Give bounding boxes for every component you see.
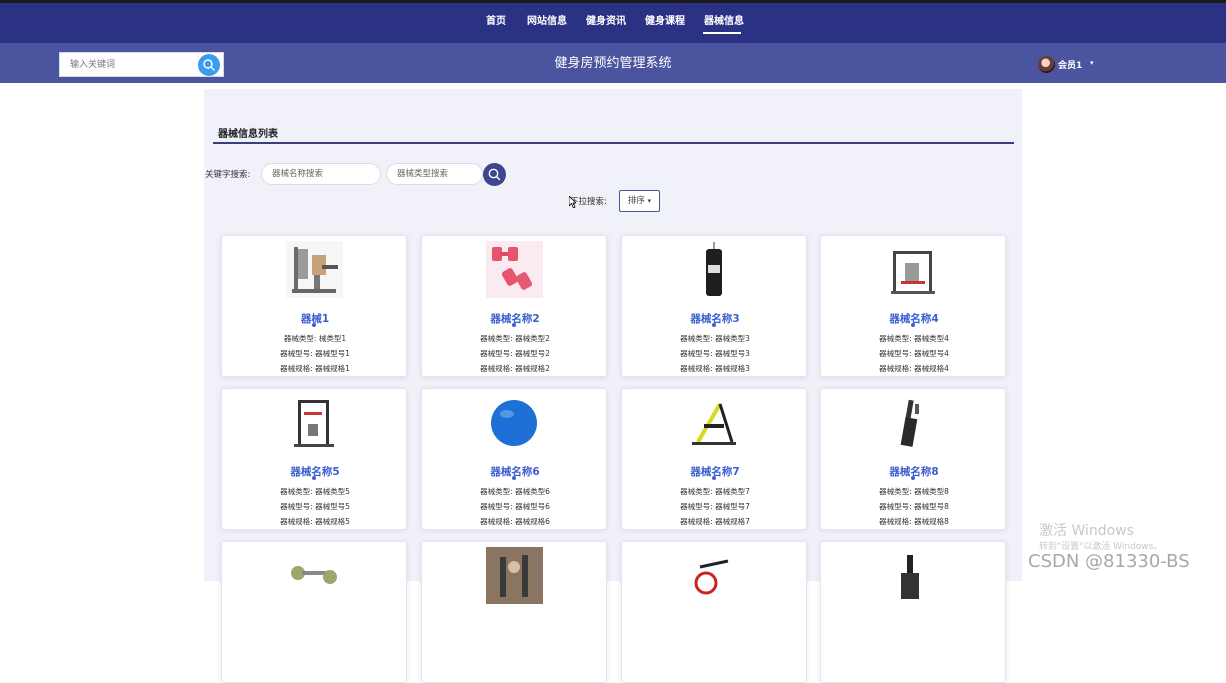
title-dot — [712, 323, 716, 327]
nav-home[interactable]: 首页 — [486, 3, 506, 43]
nav-active-indicator — [703, 32, 741, 34]
card-model: 器械型号: 器械型号7 — [680, 502, 750, 511]
equipment-card[interactable]: 器械名称2 器械类型: 器械类型2 器械型号: 器械型号2 器械规格: 器械规格… — [421, 235, 607, 377]
title-dot — [512, 476, 516, 480]
equipment-card[interactable]: 器械名称8 器械类型: 器械类型8 器械型号: 器械型号8 器械规格: 器械规格… — [820, 388, 1006, 530]
title-dot — [712, 476, 716, 480]
card-type: 器械类型: 器械类型4 — [879, 334, 949, 343]
card-model: 器械型号: 器械型号2 — [480, 349, 550, 358]
keyword-search-label: 关键字搜索: — [205, 170, 251, 180]
title-dot — [312, 323, 316, 327]
nav-fitness-courses[interactable]: 健身课程 — [645, 3, 685, 43]
header-search-button[interactable] — [198, 54, 220, 76]
home-gym-icon — [885, 241, 942, 298]
power-rack-icon — [286, 394, 343, 451]
title-dot — [911, 323, 915, 327]
dumbbell-set-icon — [286, 547, 343, 604]
top-navigation: 首页 网站信息 健身资讯 健身课程 器械信息 — [0, 3, 1226, 43]
card-spec: 器械规格: 器械规格1 — [280, 364, 350, 373]
user-name: 会员1 — [1058, 61, 1083, 71]
header-bar: 健身房预约管理系统 会员1 ▾ — [0, 43, 1226, 83]
search-icon — [203, 59, 215, 71]
cable-machine-icon — [286, 241, 343, 298]
card-model: 器械型号: 器械型号3 — [680, 349, 750, 358]
card-type: 器械类型: 械类型1 — [283, 334, 347, 343]
title-dot — [312, 476, 316, 480]
header-search-input[interactable] — [60, 53, 198, 76]
card-type: 器械类型: 器械类型3 — [680, 334, 750, 343]
treadmill-icon — [885, 547, 942, 604]
windows-activation-title: 激活 Windows — [1039, 523, 1134, 539]
card-spec: 器械规格: 器械规格2 — [480, 364, 550, 373]
csdn-watermark: CSDN @81330-BS — [1028, 551, 1190, 572]
card-type: 器械类型: 器械类型7 — [680, 487, 750, 496]
nav-site-info[interactable]: 网站信息 — [527, 3, 567, 43]
card-model: 器械型号: 器械型号8 — [879, 502, 949, 511]
card-spec: 器械规格: 器械规格3 — [680, 364, 750, 373]
chevron-down-icon: ▾ — [1090, 59, 1094, 67]
title-divider — [213, 142, 1014, 144]
equipment-card[interactable] — [621, 541, 807, 683]
avatar — [1038, 56, 1055, 73]
page-title: 器械信息列表 — [218, 129, 278, 140]
type-search-input[interactable]: 器械类型搜索 — [386, 163, 483, 185]
card-model: 器械型号: 器械型号1 — [280, 349, 350, 358]
card-type: 器械类型: 器械类型5 — [280, 487, 350, 496]
spin-bike-icon — [686, 547, 743, 604]
equipment-card[interactable]: 器械名称4 器械类型: 器械类型4 器械型号: 器械型号4 器械规格: 器械规格… — [820, 235, 1006, 377]
treadmill-icon — [885, 394, 942, 451]
card-type: 器械类型: 器械类型8 — [879, 487, 949, 496]
card-spec: 器械规格: 器械规格4 — [879, 364, 949, 373]
equipment-card[interactable]: 器械1 器械类型: 械类型1 器械型号: 器械型号1 器械规格: 器械规格1 — [221, 235, 407, 377]
equipment-card[interactable]: 器械名称6 器械类型: 器械类型6 器械型号: 器械型号6 器械规格: 器械规格… — [421, 388, 607, 530]
equipment-card[interactable]: 器械名称5 器械类型: 器械类型5 器械型号: 器械型号5 器械规格: 器械规格… — [221, 388, 407, 530]
card-model: 器械型号: 器械型号5 — [280, 502, 350, 511]
card-spec: 器械规格: 器械规格8 — [879, 517, 949, 526]
equipment-card[interactable]: 器械名称3 器械类型: 器械类型3 器械型号: 器械型号3 器械规格: 器械规格… — [621, 235, 807, 377]
header-search — [59, 52, 224, 77]
sort-dropdown[interactable]: 排序 ▾ — [619, 190, 660, 212]
sort-label: 排序 — [627, 196, 645, 206]
search-icon — [488, 168, 501, 181]
card-spec: 器械规格: 器械规格5 — [280, 517, 350, 526]
equipment-card[interactable] — [221, 541, 407, 683]
card-type: 器械类型: 器械类型6 — [480, 487, 550, 496]
card-model: 器械型号: 器械型号6 — [480, 502, 550, 511]
equipment-card[interactable]: 器械名称7 器械类型: 器械类型7 器械型号: 器械型号7 器械规格: 器械规格… — [621, 388, 807, 530]
card-type: 器械类型: 器械类型2 — [480, 334, 550, 343]
nav-equipment-info[interactable]: 器械信息 — [704, 3, 744, 43]
gym-photo-icon — [486, 547, 543, 604]
card-model: 器械型号: 器械型号4 — [879, 349, 949, 358]
exercise-ball-icon — [486, 394, 543, 451]
card-spec: 器械规格: 器械规格6 — [480, 517, 550, 526]
title-dot — [512, 323, 516, 327]
main-content: 器械信息列表 关键字搜索: 器械名称搜索 器械类型搜索 下拉搜索: 排序 ▾ 器… — [204, 89, 1022, 683]
title-dot — [911, 476, 915, 480]
chevron-down-icon: ▾ — [647, 197, 652, 205]
punching-bag-icon — [686, 241, 743, 298]
card-spec: 器械规格: 器械规格7 — [680, 517, 750, 526]
ab-machine-icon — [686, 394, 743, 451]
keyword-search-button[interactable] — [483, 163, 506, 186]
equipment-card[interactable] — [421, 541, 607, 683]
dumbbell-icon — [486, 241, 543, 298]
mouse-cursor-icon — [569, 196, 576, 208]
equipment-card[interactable] — [820, 541, 1006, 683]
name-search-input[interactable]: 器械名称搜索 — [261, 163, 381, 185]
nav-fitness-news[interactable]: 健身资讯 — [586, 3, 626, 43]
